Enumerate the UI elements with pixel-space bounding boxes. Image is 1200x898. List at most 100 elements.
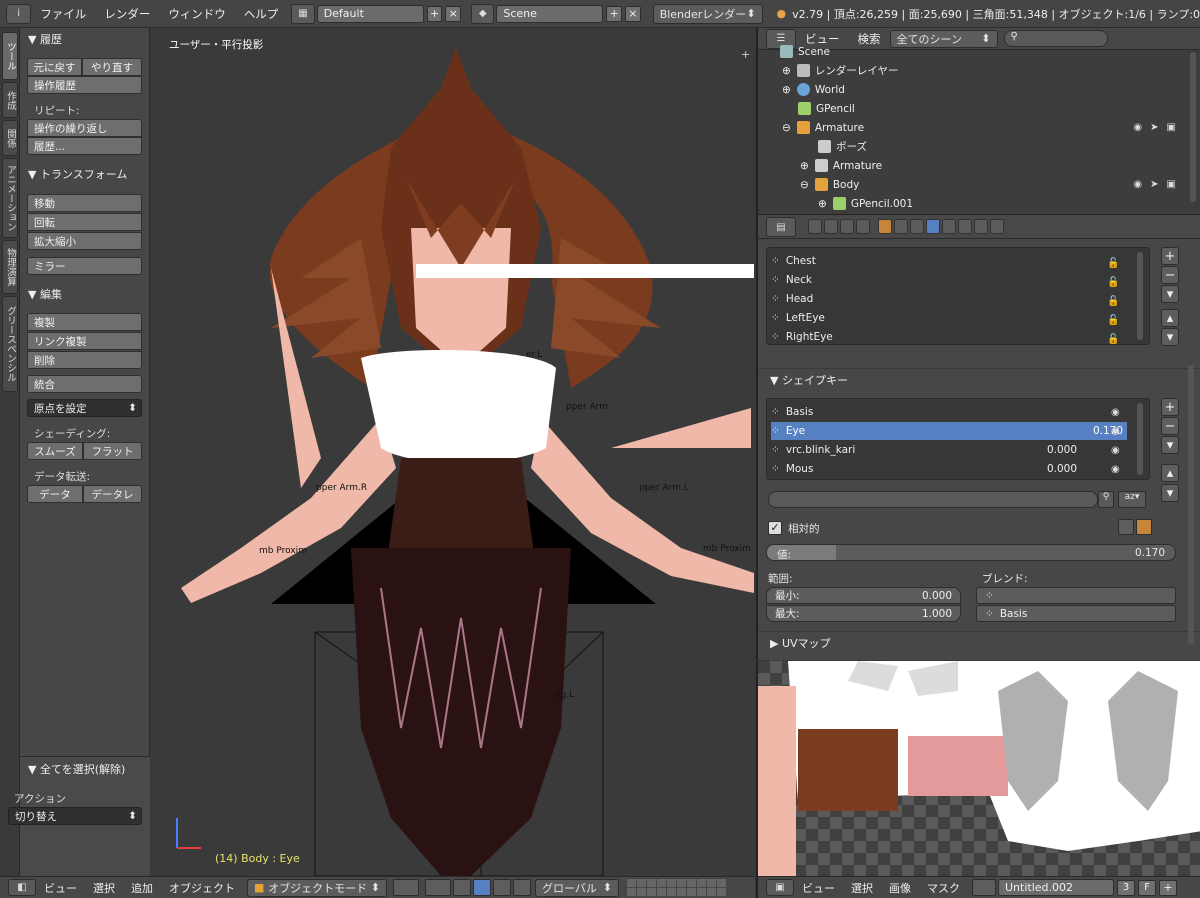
visibility-eye-icon[interactable]: ◉ ◉ ◉ ◉ [1111,403,1120,479]
move-button[interactable]: 移動 [27,194,142,212]
data-layout-transfer-button[interactable]: データレ [83,485,142,503]
tab-tools[interactable]: ツール [2,32,18,80]
viewport-menu-select[interactable]: 選択 [85,880,123,896]
menu-render[interactable]: レンダー [95,6,159,22]
scale-button[interactable]: 拡大縮小 [27,232,142,250]
list-item[interactable]: ⁘ Mous 0.000 [771,460,1077,478]
fake-user-button[interactable]: F [1138,879,1156,896]
3d-viewport[interactable]: ユーザー・平行投影 (14) Body : Eye pper Arm.R ppe… [151,28,754,876]
shade-flat-button[interactable]: フラット [83,442,142,460]
outliner-row-armature[interactable]: ⊖ Armature ◉ ➤ ▣ [758,118,1186,137]
viewport-menu-object[interactable]: オブジェクト [161,880,243,896]
3d-view-editor-icon[interactable]: ◧ [8,879,36,896]
shape-key-specials-button[interactable]: ▾ [1161,436,1179,454]
search-icon[interactable]: ⚲ [1098,491,1114,508]
select-cursor-icon[interactable]: ➤ [1150,122,1158,133]
undo-history-button[interactable]: 操作履歴 [27,76,142,94]
viewport-shading-button[interactable] [393,879,419,896]
expand-icon[interactable]: ⊕ [782,84,791,96]
menu-help[interactable]: ヘルプ [235,6,288,22]
rotate-button[interactable]: 回転 [27,213,142,231]
add-layout-button[interactable]: + [426,5,443,22]
outliner-row-armature-data[interactable]: ⊕ Armature [758,156,1186,175]
image-editor-icon[interactable]: ▣ [766,879,794,896]
outliner-row-pose[interactable]: ポーズ [758,137,1186,156]
image-menu-select[interactable]: 選択 [843,880,881,896]
remove-scene-button[interactable]: × [625,5,641,22]
render-camera-icon[interactable]: ▣ [1167,122,1176,133]
edit-mode-icon[interactable] [1136,519,1152,535]
vertex-group-specials-button[interactable]: ▾ [1161,285,1179,303]
mirror-button[interactable]: ミラー [27,257,142,275]
material-tab-icon[interactable] [942,219,956,234]
move-up-button[interactable]: ▴ [1161,309,1179,327]
image-menu-mask[interactable]: マスク [919,880,968,896]
expand-icon[interactable]: ⊕ [818,198,827,210]
history-panel-header[interactable]: ▼ 履歴 [28,31,62,47]
outliner-scrollbar[interactable] [1190,52,1196,202]
list-item[interactable]: ⁘ Head [771,290,813,308]
shape-key-value[interactable]: 0.000 [1047,463,1077,475]
list-item[interactable]: ⁘ RightEye [771,328,833,344]
viewport-menu-view[interactable]: ビュー [36,880,85,896]
blend-vertex-group-field[interactable]: ⁘ [976,587,1176,604]
new-image-button[interactable]: + [1159,879,1177,896]
transform-panel-header[interactable]: ▼ トランスフォーム [28,166,127,182]
scene-field[interactable]: Scene [496,4,604,23]
rotate-manipulator-button[interactable] [493,879,511,896]
tab-grease-pencil[interactable]: グリースペンシル [2,296,18,392]
render-tab-icon[interactable] [808,219,822,234]
value-slider[interactable]: 値: 0.170 [766,544,1176,561]
move-down-button[interactable]: ▾ [1161,328,1179,346]
expand-icon[interactable]: ⊕ [800,160,809,172]
add-shape-key-button[interactable]: + [1161,398,1179,416]
repeat-history-button[interactable]: 履歴... [27,137,142,155]
list-item[interactable]: ⁘ vrc.blink_kari 0.000 [771,441,1077,459]
set-origin-select[interactable]: 原点を設定 ⬍ [27,399,142,417]
viewport-plus-icon[interactable]: + [741,48,750,61]
texture-tab-icon[interactable] [958,219,972,234]
uv-maps-panel-header[interactable]: ▶ UVマップ [758,631,1200,653]
list-item[interactable]: ⁘ Neck [771,271,812,289]
list-item[interactable]: ⁘ Basis [771,403,1127,421]
shape-key-filter-input[interactable] [768,491,1098,508]
join-button[interactable]: 統合 [27,375,142,393]
move-down-button[interactable]: ▾ [1161,484,1179,502]
outliner-row-scene[interactable]: Scene [758,42,1186,61]
world-tab-icon[interactable] [856,219,870,234]
collapse-icon[interactable]: ⊖ [800,179,809,191]
image-users-count[interactable]: 3 [1117,879,1135,896]
scene-icon[interactable]: ◆ [471,3,495,24]
add-scene-button[interactable]: + [606,5,623,22]
relative-checkbox[interactable]: ✓ [768,521,782,535]
transform-orientation-select[interactable]: グローバル ⬍ [535,878,619,897]
tab-physics[interactable]: 物理演算 [2,240,18,294]
blend-reference-field[interactable]: ⁘ Basis [976,605,1176,622]
outliner-row-gpencil[interactable]: GPencil [758,99,1186,118]
image-menu-view[interactable]: ビュー [794,880,843,896]
render-camera-icon[interactable]: ▣ [1167,179,1176,190]
expand-icon[interactable]: ⊕ [782,65,791,77]
lock-icon[interactable]: 🔓 🔓 🔓 🔓 🔓 [1107,254,1119,344]
translate-manipulator-button[interactable] [473,879,491,896]
remove-vertex-group-button[interactable]: − [1161,266,1179,284]
tab-create[interactable]: 作成 [2,82,18,118]
layout-field[interactable]: Default [316,4,424,23]
duplicate-button[interactable]: 複製 [27,313,142,331]
remove-shape-key-button[interactable]: − [1161,417,1179,435]
manipulator-toggle-button[interactable] [453,879,471,896]
layers-grid[interactable] [627,879,726,896]
tab-relations[interactable]: 関係 [2,120,18,156]
list-item[interactable]: ⁘ Chest [771,252,816,270]
visibility-eye-icon[interactable]: ◉ [1133,179,1142,190]
outliner-row-render-layers[interactable]: ⊕ レンダーレイヤー [758,61,1186,80]
image-menu-image[interactable]: 画像 [881,880,919,896]
uv-image-editor[interactable] [756,661,1200,876]
tab-animation[interactable]: アニメーション [2,158,18,238]
list-item-active[interactable]: ⁘ Eye 0.170 [771,422,1127,440]
select-cursor-icon[interactable]: ➤ [1150,179,1158,190]
repeat-last-button[interactable]: 操作の繰り返し [27,119,142,137]
mesh-data-tab-icon[interactable] [926,219,940,234]
redo-button[interactable]: やり直す [82,58,142,76]
list-item[interactable]: ⁘ LeftEye [771,309,825,327]
